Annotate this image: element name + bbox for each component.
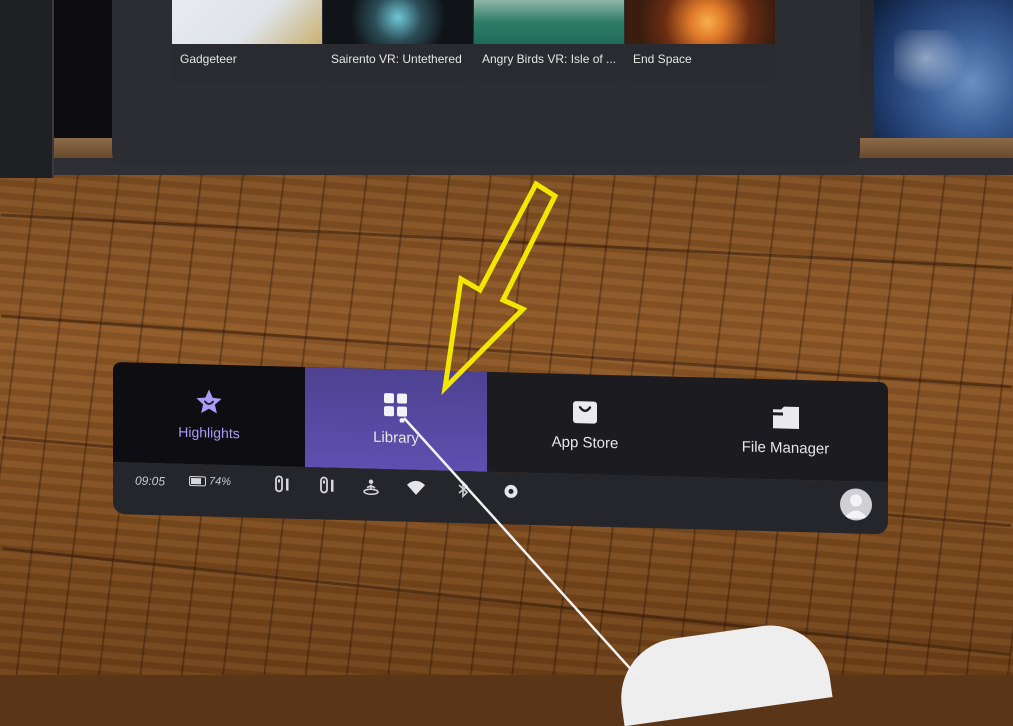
annotation-arrow	[441, 180, 559, 396]
